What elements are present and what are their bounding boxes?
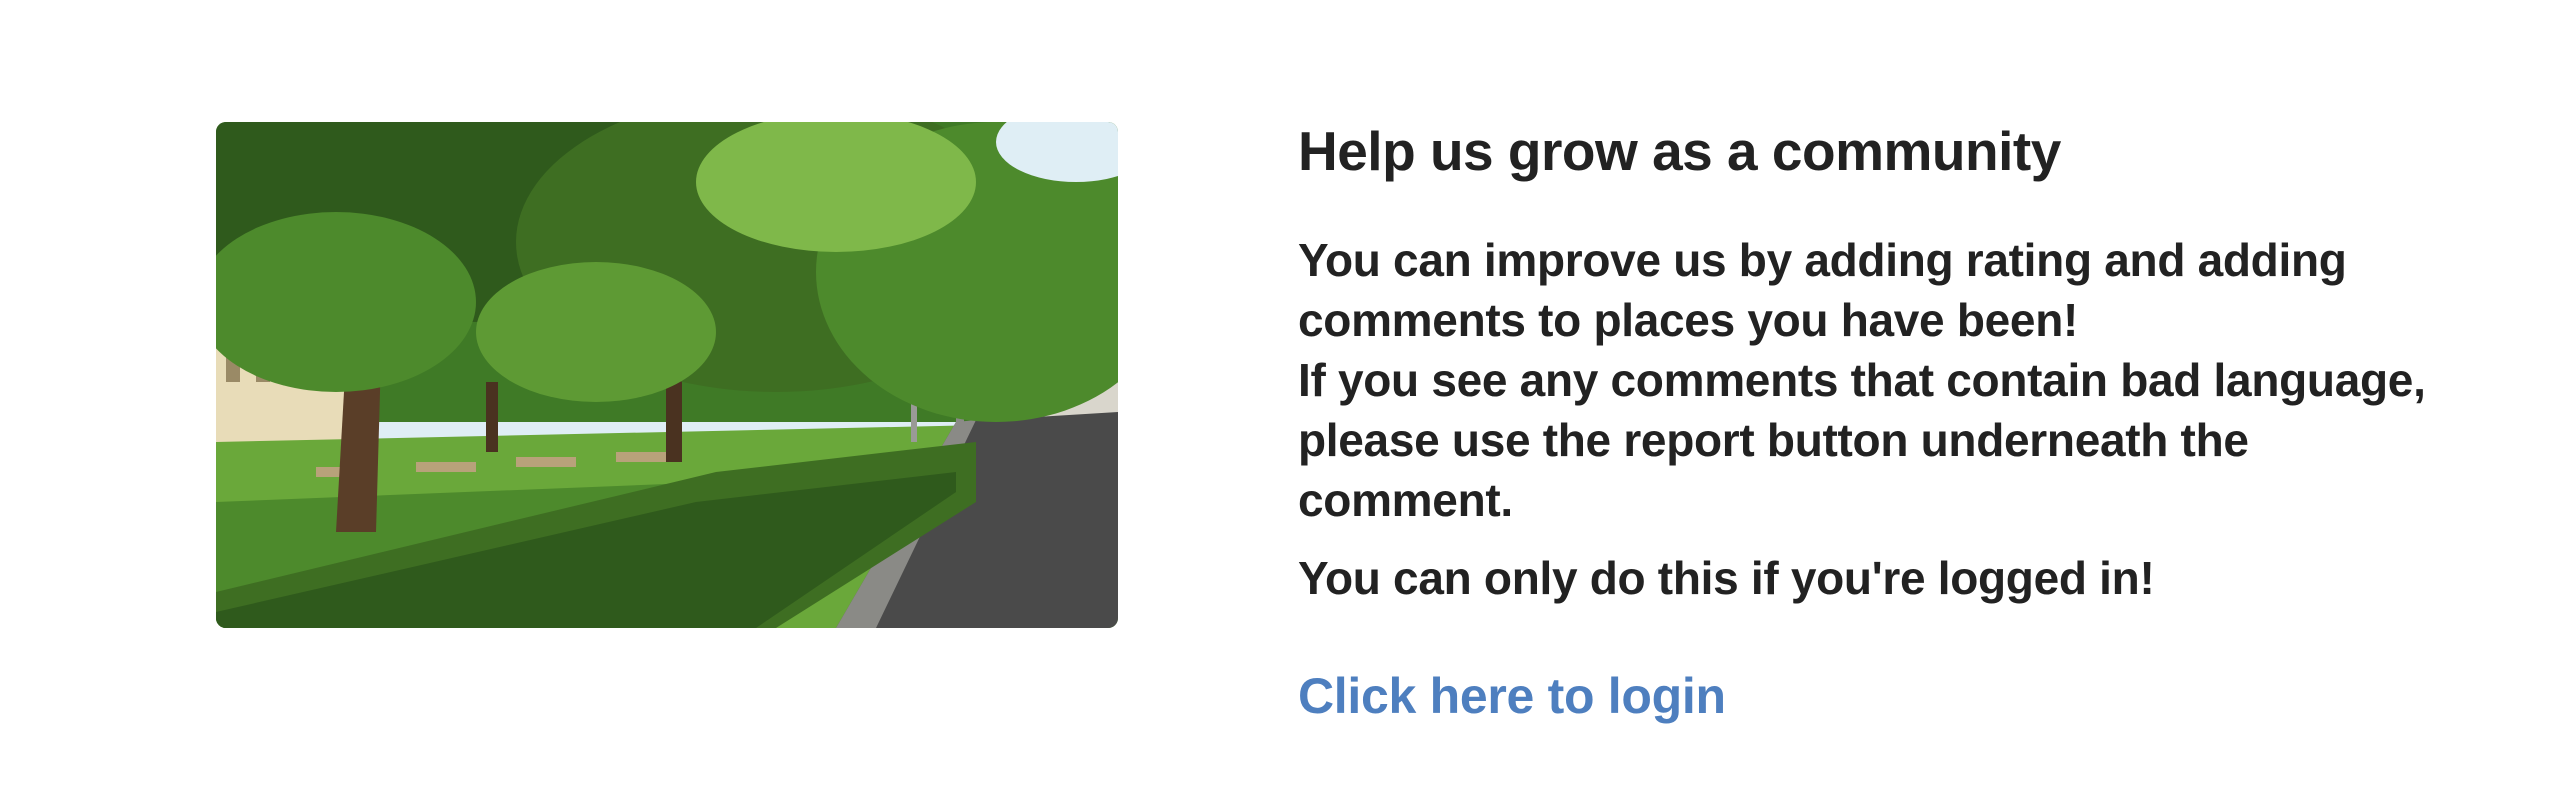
community-section: Help us grow as a community You can impr…	[0, 0, 2552, 798]
login-link[interactable]: Click here to login	[1298, 666, 1726, 726]
park-image-icon	[216, 122, 1118, 628]
section-heading: Help us grow as a community	[1298, 120, 2061, 182]
park-photo	[216, 122, 1118, 628]
login-required-paragraph: You can only do this if you're logged in…	[1298, 552, 2155, 604]
improve-paragraph: You can improve us by adding rating and …	[1298, 234, 2347, 346]
community-content: Help us grow as a community You can impr…	[1298, 118, 2448, 726]
report-paragraph: If you see any comments that contain bad…	[1298, 354, 2426, 526]
